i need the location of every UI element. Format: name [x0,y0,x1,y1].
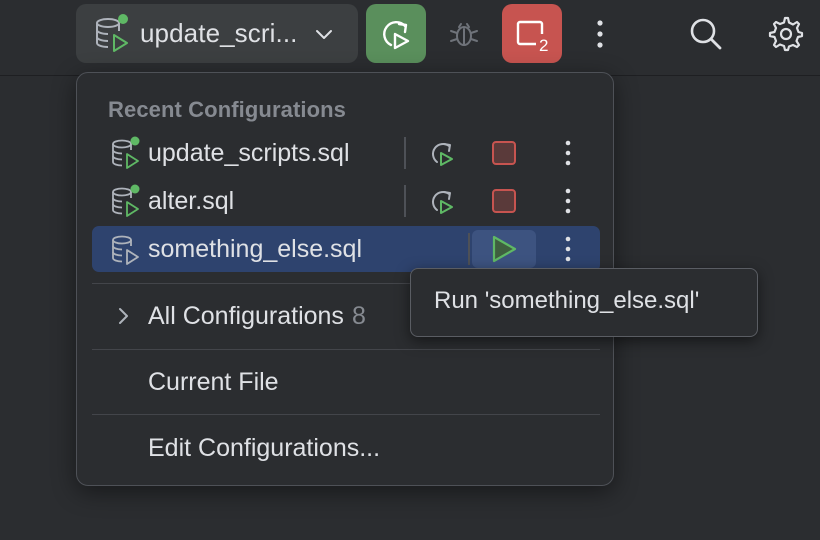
more-actions-button[interactable] [570,4,630,63]
stop-icon [492,141,516,165]
search-icon [690,18,722,49]
more-vertical-icon [565,236,571,262]
configuration-row-something-else[interactable]: something_else.sql [92,226,600,272]
row-more-button[interactable] [548,230,588,268]
rerun-icon [432,143,453,166]
rerun-button[interactable] [366,4,426,63]
stop-icon: 2 [516,20,548,54]
configuration-row-update-scripts[interactable]: update_scripts.sql [92,130,600,176]
run-icon [492,235,517,263]
row-separator [404,137,406,169]
stop-button[interactable] [484,134,524,172]
all-configurations-text: All Configurations [148,302,344,330]
sql-run-config-icon [112,184,140,217]
chevron-down-icon [315,29,332,39]
configuration-label: something_else.sql [148,235,363,263]
row-more-button[interactable] [548,182,588,220]
rerun-icon [383,20,410,49]
all-configurations-label: All Configurations 8 [148,302,366,331]
stop-count-badge: 2 [539,36,548,54]
recent-configurations-header: Recent Configurations [108,97,346,122]
stop-button[interactable] [484,182,524,220]
divider [92,414,600,415]
sql-run-config-icon [112,136,140,169]
configuration-label: alter.sql [148,187,235,215]
more-vertical-icon [597,19,603,48]
sql-run-config-icon [112,235,139,265]
gear-icon [768,16,804,51]
divider [92,349,600,350]
chevron-right-icon [119,308,128,324]
more-vertical-icon [565,140,571,166]
row-separator [404,185,406,217]
configurations-count: 8 [351,302,366,330]
rerun-button[interactable] [422,182,462,220]
run-button[interactable] [472,230,536,268]
current-file-item[interactable]: Current File [148,368,279,397]
rerun-button[interactable] [422,134,462,172]
run-configuration-selector[interactable]: update_scri... [76,4,358,63]
rerun-icon [432,191,453,214]
stop-icon [492,189,516,213]
debug-button[interactable] [434,4,494,63]
configuration-row-alter[interactable]: alter.sql [92,178,600,224]
row-separator [468,233,470,265]
settings-button[interactable] [756,4,816,63]
main-toolbar: update_scri... 2 [0,0,820,76]
search-button[interactable] [676,4,736,63]
debug-icon [450,22,478,46]
row-more-button[interactable] [548,134,588,172]
edit-configurations-item[interactable]: Edit Configurations... [148,434,380,463]
more-vertical-icon [565,188,571,214]
stop-button[interactable]: 2 [502,4,562,63]
configuration-label: update_scripts.sql [148,139,350,167]
sql-run-config-icon [96,13,128,52]
run-configuration-name: update_scri... [140,18,298,48]
run-tooltip: Run 'something_else.sql' [410,268,758,337]
